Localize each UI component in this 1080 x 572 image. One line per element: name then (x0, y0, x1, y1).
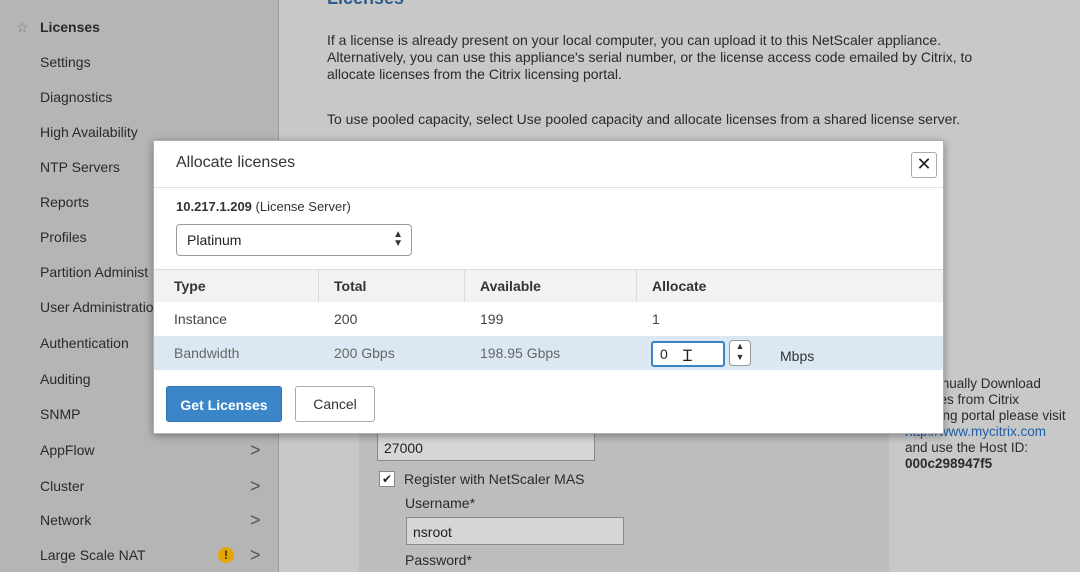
allocate-stepper[interactable]: ▲ ▼ (729, 340, 751, 366)
star-icon: ☆ (16, 19, 29, 35)
table-header: Type Total Available Allocate (154, 269, 943, 303)
license-description: If a license is already present on your … (327, 32, 973, 82)
cancel-button[interactable]: Cancel (295, 386, 375, 422)
sidebar-item-label: Authentication (40, 335, 129, 351)
cell-total: 200 Gbps (334, 345, 395, 361)
sidebar-item-label: SNMP (40, 406, 81, 422)
warning-icon: ! (218, 547, 234, 563)
license-server-suffix: (License Server) (251, 199, 351, 214)
column-divider (464, 270, 465, 302)
password-label: Password* (405, 552, 472, 568)
sidebar-item-label: Large Scale NAT (40, 547, 146, 563)
sidebar-item-settings[interactable]: Settings (0, 45, 278, 79)
close-button[interactable]: ✕ (911, 152, 937, 178)
port-field[interactable]: 27000 (377, 433, 595, 461)
cell-available: 199 (480, 311, 504, 327)
license-server-ip: 10.217.1.209 (176, 199, 252, 214)
text-cursor-icon: Ɪ (683, 348, 692, 365)
table-row: Instance 200 199 1 (154, 302, 943, 337)
sidebar-item-label: NTP Servers (40, 159, 120, 175)
select-arrows-icon: ▲ ▼ (393, 229, 403, 249)
host-id-value: 000c298947f5 (905, 456, 993, 471)
edition-select-value: Platinum (187, 232, 242, 248)
column-header-total: Total (334, 278, 367, 294)
dialog-title: Allocate licenses (176, 154, 296, 171)
close-icon: ✕ (916, 154, 932, 174)
sidebar-item-label: Profiles (40, 229, 87, 245)
edition-select[interactable]: Platinum ▲ ▼ (176, 224, 412, 256)
license-server-line: 10.217.1.209 (License Server) (176, 199, 351, 214)
sidebar-item-label: Diagnostics (40, 89, 113, 105)
username-label: Username* (405, 495, 476, 511)
sidebar-item-label: Reports (40, 194, 90, 210)
sidebar-item-label: Network (40, 512, 92, 528)
chevron-right-icon: > (250, 440, 261, 460)
register-mas-label: Register with NetScaler MAS (404, 471, 585, 487)
cell-type: Bandwidth (174, 345, 240, 361)
sidebar-item-label: Partition Administ (40, 264, 149, 280)
sidebar-item-label: Auditing (40, 371, 91, 387)
cell-type: Instance (174, 311, 227, 327)
sidebar-item-label: User Administratio (40, 299, 154, 315)
cell-total: 200 (334, 311, 358, 327)
dialog-header: Allocate licenses ✕ (154, 141, 943, 188)
sidebar-item-label: Licenses (40, 19, 100, 35)
column-header-allocate: Allocate (652, 278, 707, 294)
sidebar-item-label: High Availability (40, 124, 138, 140)
chevron-right-icon: > (250, 510, 261, 530)
sidebar-item-label: AppFlow (40, 442, 95, 458)
sidebar-item-large-scale-nat[interactable]: Large Scale NAT ! > (0, 538, 278, 572)
page-title: Licenses (327, 0, 404, 9)
allocate-unit: Mbps (780, 348, 815, 364)
sidebar-item-diagnostics[interactable]: Diagnostics (0, 80, 278, 114)
pooled-capacity-description: To use pooled capacity, select Use poole… (327, 111, 961, 127)
column-divider (636, 270, 637, 302)
sidebar-item-label: Settings (40, 54, 91, 70)
chevron-right-icon: > (250, 545, 261, 565)
allocate-licenses-dialog: Allocate licenses ✕ 10.217.1.209 (Licens… (153, 140, 944, 434)
username-field[interactable]: nsroot (406, 517, 624, 545)
column-divider (318, 270, 319, 302)
table-row: Bandwidth 200 Gbps 198.95 Gbps 0 Ɪ ▲ ▼ Mb… (154, 336, 943, 370)
sidebar-item-appflow[interactable]: AppFlow > (0, 433, 278, 467)
allocate-bandwidth-input[interactable]: 0 Ɪ (651, 341, 725, 367)
column-header-available: Available (480, 278, 541, 294)
register-mas-checkbox[interactable]: ✔ (379, 471, 395, 487)
cell-allocate: 1 (652, 311, 660, 327)
sidebar-item-licenses[interactable]: ☆ Licenses (0, 10, 278, 44)
allocate-bandwidth-value: 0 (660, 346, 668, 362)
chevron-right-icon: > (250, 476, 261, 496)
cell-available: 198.95 Gbps (480, 345, 561, 361)
sidebar-item-network[interactable]: Network > (0, 503, 278, 537)
host-id-text: and use the Host ID: (905, 440, 1029, 455)
column-header-type: Type (174, 278, 206, 294)
sidebar-item-cluster[interactable]: Cluster > (0, 469, 278, 503)
get-licenses-button[interactable]: Get Licenses (166, 386, 282, 422)
sidebar-item-label: Cluster (40, 478, 85, 494)
